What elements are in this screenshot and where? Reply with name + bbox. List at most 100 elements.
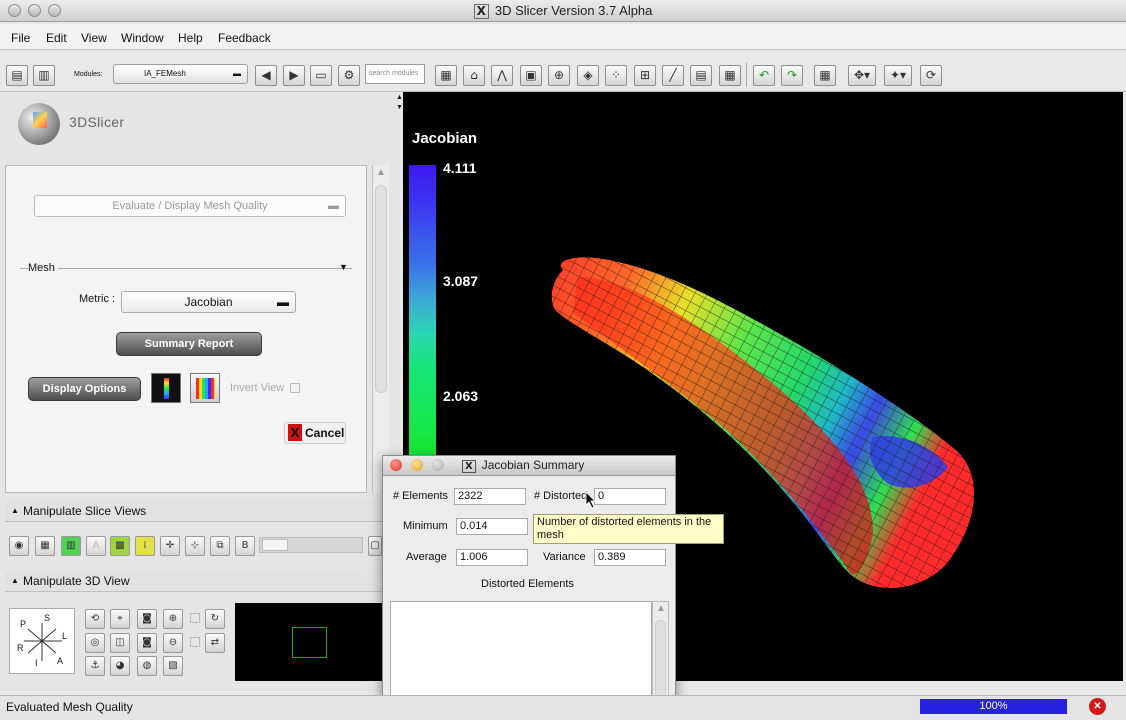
zoom-out-icon[interactable]: ⊖: [163, 633, 183, 653]
colormap-multi-button[interactable]: [190, 373, 220, 403]
composite-icon[interactable]: ⧉: [210, 536, 230, 556]
annotation-icon[interactable]: ⊹: [185, 536, 205, 556]
gear-icon[interactable]: ⚙: [338, 65, 360, 86]
crosshair-icon[interactable]: ✛: [160, 536, 180, 556]
minimum-field[interactable]: 0.014: [456, 518, 528, 535]
grid-icon[interactable]: ▦: [719, 65, 741, 86]
refresh-icon[interactable]: ⟳: [920, 65, 942, 86]
minimap-viewport-rect: [292, 627, 327, 658]
cube-view-icon[interactable]: ◫: [110, 633, 130, 653]
stereo-icon[interactable]: ◍: [137, 656, 157, 676]
slice-opacity-slider[interactable]: [259, 537, 363, 553]
slice-grid-icon[interactable]: ▦: [35, 536, 55, 556]
dialog-close-button[interactable]: [390, 459, 402, 471]
orient-s-label[interactable]: S: [44, 613, 50, 623]
colormap-toggle-button[interactable]: [151, 373, 181, 403]
scroll-up-icon[interactable]: ▲: [656, 603, 666, 614]
colorbar-label-max: 4.111: [443, 160, 477, 176]
slice-fg-icon[interactable]: ▩: [110, 536, 130, 556]
orient-r-label[interactable]: R: [17, 643, 24, 653]
search-modules-input[interactable]: search modules: [365, 64, 425, 84]
volumes-icon[interactable]: ▣: [520, 65, 542, 86]
redo-icon[interactable]: ↷: [781, 65, 803, 86]
eye-icon[interactable]: ◕: [110, 656, 130, 676]
spin-checkbox[interactable]: [190, 613, 200, 623]
menu-edit[interactable]: Edit: [46, 31, 67, 45]
slice-green-icon[interactable]: ▥: [61, 536, 81, 556]
editor-icon[interactable]: ⁘: [605, 65, 627, 86]
undo-icon[interactable]: ↶: [753, 65, 775, 86]
average-field[interactable]: 1.006: [456, 549, 528, 566]
menu-help[interactable]: Help: [178, 31, 203, 45]
mesh-collapse-chevron-icon[interactable]: ▼: [339, 262, 348, 272]
camera-icon[interactable]: ◙: [137, 609, 157, 629]
look-from-icon[interactable]: ◎: [85, 633, 105, 653]
center-view-icon[interactable]: ⌖: [110, 609, 130, 629]
slice-views-header[interactable]: ▲ Manipulate Slice Views: [5, 500, 387, 522]
menu-view[interactable]: View: [81, 31, 107, 45]
view-3d-header[interactable]: ▲ Manipulate 3D View: [5, 570, 387, 592]
ruler-icon[interactable]: ╱: [662, 65, 684, 86]
data-icon[interactable]: ▦: [435, 65, 457, 86]
slice-label-icon[interactable]: A: [86, 536, 106, 556]
invert-view-checkbox[interactable]: [290, 383, 300, 393]
colormap-icon: [164, 378, 169, 399]
variance-field[interactable]: 0.389: [594, 549, 666, 566]
orient-a-label[interactable]: A: [57, 656, 63, 666]
slice-bg-icon[interactable]: ⁞: [135, 536, 155, 556]
toolbar-separator: [746, 63, 747, 87]
measurements-icon[interactable]: ⊞: [634, 65, 656, 86]
layout-icon[interactable]: ▦: [814, 65, 836, 86]
stop-process-icon[interactable]: ✕: [1089, 698, 1106, 715]
expand-panel-icon[interactable]: ▼: [396, 104, 403, 111]
display-options-button[interactable]: Display Options: [28, 377, 141, 401]
anchor-icon[interactable]: ⚓: [85, 656, 105, 676]
home-icon[interactable]: ⌂: [463, 65, 485, 86]
next-module-button[interactable]: ▶: [283, 65, 305, 86]
orientation-widget[interactable]: S P L R I A: [9, 608, 75, 674]
evaluate-display-select[interactable]: Evaluate / Display Mesh Quality ▬: [34, 195, 346, 217]
slider-thumb[interactable]: [262, 539, 288, 551]
slice-more-icon[interactable]: ▢: [368, 536, 382, 556]
orient-i-label[interactable]: I: [35, 658, 38, 668]
transforms-icon[interactable]: ⊕: [548, 65, 570, 86]
rock-icon[interactable]: ⇄: [205, 633, 225, 653]
scroll-up-icon[interactable]: ▲: [376, 167, 386, 178]
distorted-field[interactable]: 0: [594, 488, 666, 505]
rotate-view-icon[interactable]: ⟲: [85, 609, 105, 629]
spin-icon[interactable]: ↻: [205, 609, 225, 629]
menu-window[interactable]: Window: [121, 31, 164, 45]
fiducials-icon[interactable]: ◈: [577, 65, 599, 86]
mouse-mode-pick-icon[interactable]: ✥▾: [848, 65, 876, 86]
prev-module-button[interactable]: ◀: [255, 65, 277, 86]
save-scene-button[interactable]: ▥: [33, 65, 55, 86]
background-color-icon[interactable]: ▧: [163, 656, 183, 676]
snapshot-icon[interactable]: ◙: [137, 633, 157, 653]
module-history-icon[interactable]: ▭: [310, 65, 332, 86]
orient-p-label[interactable]: P: [20, 619, 26, 629]
slicer-logo-cube-icon: [33, 112, 47, 128]
scroll-thumb[interactable]: [375, 185, 387, 393]
color-icon[interactable]: ▤: [690, 65, 712, 86]
menu-file[interactable]: File: [11, 31, 30, 45]
module-select[interactable]: IA_FEMesh ▬: [113, 64, 248, 84]
dialog-zoom-button[interactable]: [432, 459, 444, 471]
metric-select[interactable]: Jacobian ▬: [121, 291, 296, 313]
menu-feedback[interactable]: Feedback: [218, 31, 271, 45]
colormap-multi-icon: [196, 378, 215, 399]
models-icon[interactable]: ⋀: [491, 65, 513, 86]
slice-b-icon[interactable]: B: [235, 536, 255, 556]
distorted-tooltip: Number of distorted elements in the mesh: [533, 514, 724, 544]
summary-report-button[interactable]: Summary Report: [116, 332, 262, 356]
orient-l-label[interactable]: L: [62, 631, 67, 641]
zoom-in-icon[interactable]: ⊕: [163, 609, 183, 629]
rock-checkbox[interactable]: [190, 637, 200, 647]
module-scrollbar[interactable]: ▲: [372, 165, 389, 493]
mesh-frame-label[interactable]: Mesh: [28, 262, 58, 274]
slice-fov-icon[interactable]: ◉: [9, 536, 29, 556]
load-scene-button[interactable]: ▤: [6, 65, 28, 86]
dialog-minimize-button[interactable]: [411, 459, 423, 471]
mouse-mode-place-icon[interactable]: ✦▾: [884, 65, 912, 86]
collapse-panel-icon[interactable]: ▲: [396, 94, 403, 101]
elements-field[interactable]: 2322: [454, 488, 526, 505]
